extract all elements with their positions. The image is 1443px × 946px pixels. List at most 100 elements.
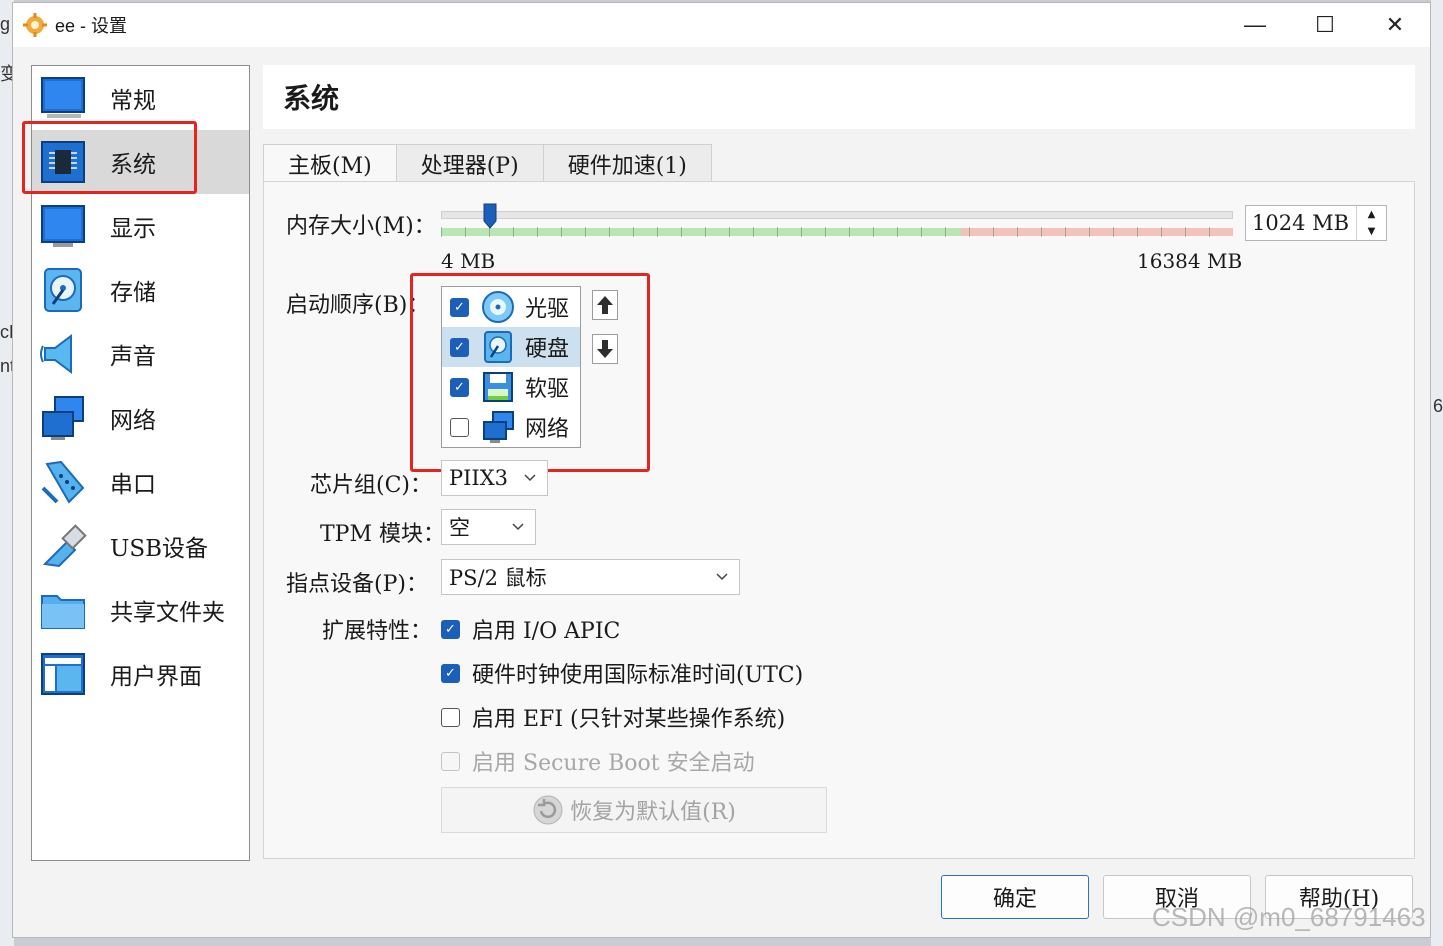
boot-order-list[interactable]: ✓ 光驱 ✓ 硬盘 ✓ 软驱 网络 (441, 286, 581, 448)
tab-processor[interactable]: 处理器(P) (395, 144, 544, 182)
system-chip-icon (38, 137, 88, 187)
memory-min-label: 4 MB (441, 249, 496, 273)
boot-floppy-checkbox[interactable]: ✓ (450, 377, 469, 397)
optical-disc-icon (481, 290, 515, 324)
memory-slider-handle[interactable] (483, 203, 497, 229)
move-down-button[interactable] (592, 334, 618, 364)
efi-option[interactable]: 启用 EFI (只针对某些操作系统) (441, 701, 785, 733)
boot-item-hard-disk[interactable]: ✓ 硬盘 (442, 327, 580, 367)
sidebar-item-general[interactable]: 常规 (32, 66, 249, 130)
boot-order-label: 启动顺序(B)： (286, 293, 430, 318)
efi-label: 启用 EFI (只针对某些操作系统) (472, 707, 786, 732)
sidebar-item-user-interface[interactable]: 用户界面 (32, 642, 249, 706)
boot-item-label: 软驱 (525, 377, 570, 402)
pointing-device-select[interactable]: PS/2 鼠标 (441, 559, 740, 595)
sidebar-item-label: 共享文件夹 (110, 600, 225, 626)
maximize-button[interactable]: ☐ (1290, 3, 1360, 47)
sidebar-item-storage[interactable]: 存储 (32, 258, 249, 322)
sidebar-item-serial-port[interactable]: 串口 (32, 450, 249, 514)
pointing-device-label: 指点设备(P)： (286, 572, 428, 597)
boot-item-network[interactable]: 网络 (442, 407, 580, 447)
sidebar-item-label: 网络 (110, 408, 156, 434)
boot-item-floppy[interactable]: ✓ 软驱 (442, 367, 580, 407)
audio-icon (38, 329, 88, 379)
io-apic-option[interactable]: ✓ 启用 I/O APIC (441, 613, 620, 645)
close-button[interactable]: ✕ (1360, 3, 1430, 47)
spin-down-icon[interactable]: ▼ (1357, 223, 1386, 240)
io-apic-checkbox[interactable]: ✓ (441, 619, 460, 639)
reset-icon (533, 795, 563, 825)
memory-slider-track[interactable] (441, 211, 1233, 219)
sidebar-item-label: 常规 (110, 88, 156, 114)
pointing-device-value: PS/2 鼠标 (449, 566, 547, 590)
chevron-down-icon (716, 573, 728, 581)
tab-bar: 主板(M) 处理器(P) 硬件加速(1) (263, 144, 712, 183)
sidebar-item-label: 串口 (110, 472, 156, 498)
memory-value: 1024 MB (1252, 211, 1350, 235)
tab-motherboard[interactable]: 主板(M) (263, 144, 397, 183)
tab-acceleration[interactable]: 硬件加速(1) (542, 144, 712, 182)
sidebar-item-label: 显示 (110, 216, 156, 242)
minimize-button[interactable]: — (1220, 3, 1290, 47)
shared-folder-icon (38, 585, 88, 635)
network-icon (481, 410, 515, 444)
tpm-label: TPM 模块： (320, 522, 445, 547)
sidebar-item-label: 系统 (110, 152, 156, 178)
boot-item-label: 网络 (525, 417, 570, 442)
extended-features-label: 扩展特性： (322, 619, 433, 644)
arrow-up-icon (597, 296, 613, 314)
hard-disk-icon (481, 330, 515, 364)
secure-boot-option: 启用 Secure Boot 安全启动 (441, 745, 755, 777)
utc-clock-label: 硬件时钟使用国际标准时间(UTC) (472, 663, 804, 688)
efi-checkbox[interactable] (441, 707, 460, 727)
sidebar-item-system[interactable]: 系统 (32, 130, 249, 194)
storage-icon (38, 265, 88, 315)
chipset-value: PIIX3 (449, 466, 509, 490)
sidebar-item-usb[interactable]: USB设备 (32, 514, 249, 578)
settings-sidebar: 常规 系统 显示 存储 声音 网络 串口 USB设备 共享文件夹 用户界面 (31, 65, 250, 861)
sidebar-item-label: 存储 (110, 280, 156, 306)
user-interface-icon (38, 649, 88, 699)
title-bar[interactable]: ee - 设置 — ☐ ✕ (13, 3, 1430, 47)
boot-optical-checkbox[interactable]: ✓ (450, 297, 469, 317)
memory-spinbox[interactable]: 1024 MB ▲ ▼ (1245, 205, 1387, 241)
boot-network-checkbox[interactable] (450, 417, 469, 437)
utc-clock-option[interactable]: ✓ 硬件时钟使用国际标准时间(UTC) (441, 657, 803, 689)
chipset-label: 芯片组(C)： (310, 473, 432, 498)
reset-defaults-button[interactable]: 恢复为默认值(R) (441, 787, 827, 833)
sidebar-item-network[interactable]: 网络 (32, 386, 249, 450)
general-icon (38, 73, 88, 123)
network-icon (38, 393, 88, 443)
boot-item-optical[interactable]: ✓ 光驱 (442, 287, 580, 327)
sidebar-item-shared-folders[interactable]: 共享文件夹 (32, 578, 249, 642)
ok-button[interactable]: 确定 (941, 875, 1089, 919)
utc-clock-checkbox[interactable]: ✓ (441, 663, 460, 683)
window-title: ee - 设置 (55, 16, 128, 36)
memory-tick-marks (441, 227, 1233, 237)
sidebar-item-label: 用户界面 (110, 664, 202, 690)
io-apic-label: 启用 I/O APIC (472, 619, 621, 644)
chipset-select[interactable]: PIIX3 (441, 460, 548, 496)
watermark: CSDN @m0_68791463 (1152, 902, 1426, 932)
sidebar-item-display[interactable]: 显示 (32, 194, 249, 258)
move-up-button[interactable] (592, 290, 618, 320)
secure-boot-label: 启用 Secure Boot 安全启动 (472, 751, 755, 776)
background-desktop-right: 6 (1431, 0, 1443, 946)
chevron-down-icon (524, 474, 536, 482)
sidebar-item-label: 声音 (110, 344, 156, 370)
display-icon (38, 201, 88, 251)
tpm-select[interactable]: 空 (441, 509, 536, 545)
boot-item-label: 光驱 (525, 297, 570, 322)
settings-window: ee - 设置 — ☐ ✕ 常规 系统 显示 存储 声音 网络 串口 USB设备… (12, 2, 1431, 938)
usb-icon (38, 521, 88, 571)
sidebar-item-audio[interactable]: 声音 (32, 322, 249, 386)
page-title: 系统 (263, 65, 1415, 129)
settings-gear-icon (23, 13, 47, 37)
spin-up-icon[interactable]: ▲ (1357, 206, 1386, 223)
bg-glyph: 6 (1432, 396, 1443, 416)
tpm-value: 空 (449, 516, 470, 540)
arrow-down-icon (597, 340, 613, 358)
boot-hdd-checkbox[interactable]: ✓ (450, 337, 469, 357)
chevron-down-icon (512, 523, 524, 531)
memory-label: 内存大小(M)： (286, 214, 436, 239)
